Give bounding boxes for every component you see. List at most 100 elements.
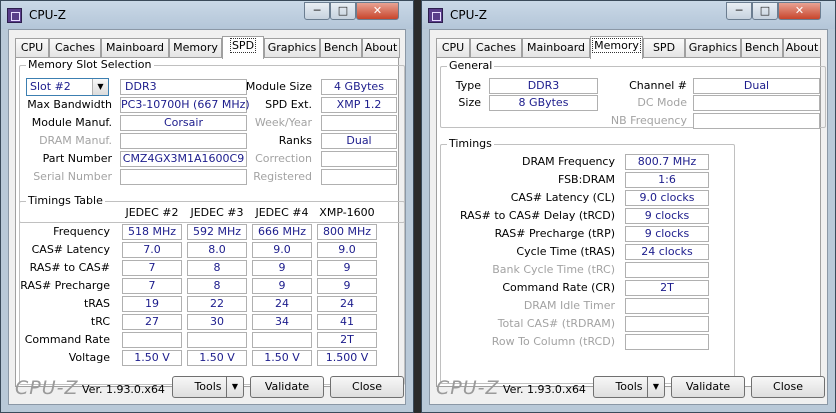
title-bar[interactable]: CPU-Z ─ □ ✕: [422, 1, 835, 29]
tools-button-label: Tools: [615, 380, 643, 393]
tab-spd[interactable]: SPD: [643, 38, 685, 58]
cpuz-window-memory: CPU-Z ─ □ ✕ CPU Caches Mainboard Memory …: [421, 0, 836, 413]
timing-cell: 1.50 V: [187, 350, 247, 366]
title-bar[interactable]: CPU-Z ─ □ ✕: [1, 1, 413, 29]
cpuz-logo: CPU-Z: [436, 377, 500, 399]
timing-cell: 592 MHz: [187, 224, 247, 240]
memory-timing-value: 1:6: [625, 172, 709, 188]
timing-cell: 22: [187, 296, 247, 312]
nb-frequency-value: [693, 113, 820, 129]
memory-timing-label: DRAM Frequency: [521, 155, 615, 168]
dc-mode-value: [693, 95, 820, 111]
timing-cell: 19: [122, 296, 182, 312]
memory-timing-value: 9 clocks: [625, 226, 709, 242]
timing-column-header: JEDEC #4: [255, 206, 309, 219]
timing-cell: 9: [317, 260, 377, 276]
version-label: Ver. 1.93.0.x64: [503, 383, 586, 396]
timing-row-label: Voltage: [68, 351, 110, 364]
tab-bench[interactable]: Bench: [741, 38, 783, 58]
window-client: CPU Caches Mainboard Memory SPD Graphics…: [429, 29, 828, 405]
tools-button[interactable]: Tools ▼: [593, 376, 665, 398]
timing-cell: 800 MHz: [317, 224, 377, 240]
timing-row-label: tRAS: [83, 297, 110, 310]
channel-value: Dual: [693, 78, 820, 94]
slot-select-value: Slot #2: [30, 80, 71, 93]
memory-timing-value: 24 clocks: [625, 244, 709, 260]
timing-cell: 8: [187, 260, 247, 276]
memory-timing-label: Cycle Time (tRAS): [516, 245, 615, 258]
memory-timing-label: Total CAS# (tRDRAM): [497, 317, 615, 330]
maximize-button[interactable]: □: [752, 2, 778, 20]
tab-spd[interactable]: SPD: [222, 36, 264, 59]
memory-timing-label: DRAM Idle Timer: [523, 299, 615, 312]
size-label: Size: [458, 96, 481, 109]
memory-timing-value: 800.7 MHz: [625, 154, 709, 170]
chevron-down-icon[interactable]: ▼: [647, 377, 664, 397]
tab-mainboard[interactable]: Mainboard: [522, 38, 590, 58]
week-year-label: Week/Year: [254, 116, 312, 129]
timing-cell: 9: [252, 260, 312, 276]
tab-about[interactable]: About: [362, 38, 400, 58]
chevron-down-icon[interactable]: ▼: [92, 79, 108, 95]
tab-mainboard[interactable]: Mainboard: [101, 38, 169, 58]
memory-timing-label: Command Rate (CR): [502, 281, 615, 294]
timing-row-label: CAS# Latency: [31, 243, 110, 256]
tab-cpu[interactable]: CPU: [15, 38, 49, 58]
minimize-button[interactable]: ─: [304, 2, 330, 20]
validate-button[interactable]: Validate: [671, 376, 745, 398]
memory-panel: General Type DDR3 Size 8 GBytes Channel …: [436, 57, 826, 387]
tab-about[interactable]: About: [783, 38, 821, 58]
type-value: DDR3: [489, 78, 598, 94]
timing-cell: 666 MHz: [252, 224, 312, 240]
timing-cell: 27: [122, 314, 182, 330]
channel-label: Channel #: [629, 79, 687, 92]
tab-caches[interactable]: Caches: [49, 38, 101, 58]
spd-ext-value: XMP 1.2: [321, 97, 397, 113]
slot-select[interactable]: Slot #2 ▼: [26, 78, 109, 96]
cpuz-logo: CPU-Z: [15, 377, 79, 399]
close-window-button[interactable]: ✕: [356, 2, 399, 20]
timing-cell: 7.0: [122, 242, 182, 258]
tab-bench[interactable]: Bench: [320, 38, 362, 58]
tab-cpu[interactable]: CPU: [436, 38, 470, 58]
serial-number-label: Serial Number: [33, 170, 112, 183]
correction-label: Correction: [255, 152, 312, 165]
size-value: 8 GBytes: [489, 95, 598, 111]
correction-value: [321, 151, 397, 167]
timing-cell: 41: [317, 314, 377, 330]
timing-cell: 2T: [317, 332, 377, 348]
chevron-down-icon[interactable]: ▼: [226, 377, 243, 397]
close-button[interactable]: Close: [330, 376, 404, 398]
memory-timing-label: RAS# to CAS# Delay (tRCD): [459, 209, 615, 222]
timing-row-label: RAS# Precharge: [20, 279, 110, 292]
tab-caches[interactable]: Caches: [470, 38, 522, 58]
module-manuf-label: Module Manuf.: [31, 116, 112, 129]
memory-timing-label: Row To Column (tRCD): [491, 335, 615, 348]
close-button[interactable]: Close: [751, 376, 825, 398]
footer-bar: CPU-Z Ver. 1.93.0.x64 Tools ▼ Validate C…: [9, 374, 405, 404]
module-size-value: 4 GBytes: [321, 79, 397, 95]
timing-cell: 9.0: [252, 242, 312, 258]
timing-cell: 7: [122, 260, 182, 276]
part-number-value: CMZ4GX3M1A1600C9: [120, 151, 247, 167]
dram-manuf-label: DRAM Manuf.: [39, 134, 112, 147]
timing-cell: [252, 332, 312, 348]
tab-memory[interactable]: Memory: [590, 36, 643, 59]
window-title: CPU-Z: [29, 8, 66, 22]
maximize-button[interactable]: □: [330, 2, 356, 20]
footer-bar: CPU-Z Ver. 1.93.0.x64 Tools ▼ Validate C…: [430, 374, 827, 404]
memory-slot-group-title: Memory Slot Selection: [26, 58, 154, 71]
timing-cell: 9.0: [317, 242, 377, 258]
tab-memory[interactable]: Memory: [169, 38, 222, 58]
timing-cell: 8.0: [187, 242, 247, 258]
tab-graphics[interactable]: Graphics: [264, 38, 320, 58]
tools-button[interactable]: Tools ▼: [172, 376, 244, 398]
general-group-title: General: [447, 59, 495, 72]
tab-graphics[interactable]: Graphics: [685, 38, 741, 58]
timing-cell: 9: [252, 278, 312, 294]
close-window-button[interactable]: ✕: [778, 2, 821, 20]
nb-frequency-label: NB Frequency: [610, 114, 687, 127]
validate-button[interactable]: Validate: [250, 376, 324, 398]
module-size-label: Module Size: [245, 80, 312, 93]
minimize-button[interactable]: ─: [726, 2, 752, 20]
